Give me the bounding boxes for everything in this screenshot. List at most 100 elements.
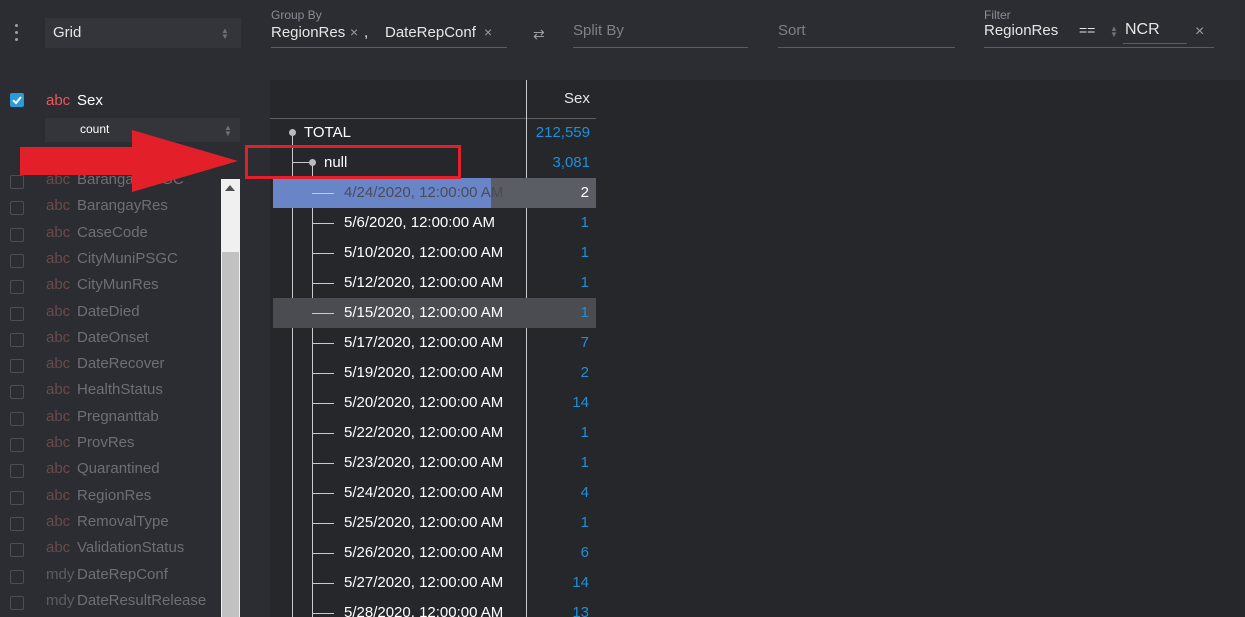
total-label[interactable]: TOTAL (304, 124, 351, 141)
table-row[interactable]: 5/26/2020, 12:00:00 AM 6 (273, 538, 596, 568)
column-row[interactable]: abc Quarantined (0, 459, 220, 485)
column-name: CityMuniPSGC (77, 249, 178, 267)
checkbox-unchecked-icon[interactable] (10, 516, 24, 531)
tree-branch (312, 463, 334, 464)
filter-caption: Filter (984, 8, 1011, 22)
table-row[interactable]: 5/25/2020, 12:00:00 AM 1 (273, 508, 596, 538)
table-row[interactable]: 5/15/2020, 12:00:00 AM 1 (273, 298, 596, 328)
column-header-sex[interactable]: Sex (564, 90, 590, 107)
count-value: 2 (580, 364, 589, 381)
table-row[interactable]: 5/22/2020, 12:00:00 AM 1 (273, 418, 596, 448)
column-name: CityMunRes (77, 276, 159, 294)
table-row[interactable]: 5/27/2020, 12:00:00 AM 14 (273, 568, 596, 598)
checkbox-checked-icon[interactable] (10, 93, 24, 107)
view-select[interactable]: Grid ▲ ▼ (45, 18, 241, 48)
column-type-label: abc (46, 407, 71, 425)
column-name: ProvRes (77, 434, 135, 451)
column-row[interactable]: abc HealthStatus (0, 380, 220, 406)
filter-column[interactable]: RegionRes (984, 22, 1058, 39)
remove-group-by-icon[interactable]: × (350, 24, 358, 40)
group-by-underline (271, 47, 507, 48)
checkbox-unchecked-icon[interactable] (10, 359, 24, 374)
filter-operator-select[interactable]: == ▲ ▼ (1076, 20, 1120, 42)
column-type-label: abc (46, 381, 71, 399)
swap-axes-icon[interactable]: ⇄ (533, 26, 545, 43)
column-row[interactable]: abc DateOnset (0, 328, 220, 354)
column-type-label: abc (46, 92, 71, 109)
column-row[interactable]: abc ValidationStatus (0, 538, 220, 564)
column-row[interactable]: abc CityMunRes (0, 275, 220, 301)
checkbox-unchecked-icon[interactable] (10, 385, 24, 400)
table-row[interactable]: 5/10/2020, 12:00:00 AM 1 (273, 238, 596, 268)
date-label: 5/23/2020, 12:00:00 AM (344, 454, 504, 471)
inactive-columns-list: abc BarangayPSGC abc BarangayRes abc CaseCode… (0, 170, 220, 617)
checkbox-unchecked-icon[interactable] (10, 569, 24, 584)
column-row[interactable]: abc DateRecover (0, 354, 220, 380)
more-options-icon[interactable] (14, 24, 20, 42)
count-value: 1 (580, 454, 589, 471)
column-type-label: abc (46, 355, 71, 373)
checkbox-unchecked-icon[interactable] (10, 280, 24, 295)
group-by-item[interactable]: DateRepConf (385, 24, 476, 41)
remove-group-by-icon[interactable]: × (484, 24, 492, 40)
group-by-caption: Group By (271, 8, 322, 22)
group-by-item[interactable]: RegionRes (271, 24, 345, 41)
checkbox-unchecked-icon[interactable] (10, 543, 24, 558)
active-column-row[interactable]: abc Sex (0, 91, 240, 115)
select-arrows-icon: ▲ ▼ (1110, 24, 1118, 39)
column-name: HealthStatus (77, 381, 163, 399)
date-label: 5/20/2020, 12:00:00 AM (344, 394, 504, 411)
remove-filter-icon[interactable]: × (1195, 23, 1204, 41)
table-row[interactable]: 5/28/2020, 12:00:00 AM 13 (273, 598, 596, 617)
column-type-label: abc (46, 328, 71, 346)
table-row[interactable]: 5/19/2020, 12:00:00 AM 2 (273, 358, 596, 388)
column-type-label: mdy (46, 591, 75, 609)
column-name: RemovalType (77, 512, 169, 530)
column-row[interactable]: abc Pregnanttab (0, 407, 220, 433)
tree-branch (312, 313, 334, 314)
count-value: 2 (580, 184, 589, 201)
table-row[interactable]: 5/24/2020, 12:00:00 AM 4 (273, 478, 596, 508)
table-row[interactable]: 4/24/2020, 12:00:00 AM 2 (273, 178, 596, 208)
column-row[interactable]: abc RemovalType (0, 512, 220, 538)
checkbox-unchecked-icon[interactable] (10, 464, 24, 479)
sort-underline (778, 47, 955, 48)
scrollbar-thumb[interactable] (222, 252, 239, 617)
tree-branch (312, 583, 334, 584)
table-row[interactable]: 5/20/2020, 12:00:00 AM 14 (273, 388, 596, 418)
split-by-input[interactable]: Split By (573, 22, 624, 39)
column-name: Sex (77, 92, 103, 109)
checkbox-unchecked-icon[interactable] (10, 227, 24, 242)
table-row[interactable]: 5/6/2020, 12:00:00 AM 1 (273, 208, 596, 238)
column-row[interactable]: abc CityMuniPSGC (0, 249, 220, 275)
column-row[interactable]: abc BarangayRes (0, 196, 220, 222)
column-row[interactable]: abc CaseCode (0, 223, 220, 249)
split-by-underline (573, 47, 748, 48)
column-row[interactable]: abc ProvRes (0, 433, 220, 459)
column-type-label: abc (46, 302, 71, 320)
table-row[interactable]: 5/17/2020, 12:00:00 AM 7 (273, 328, 596, 358)
column-row[interactable]: abc RegionRes (0, 486, 220, 512)
table-row[interactable]: 5/23/2020, 12:00:00 AM 1 (273, 448, 596, 478)
view-select-value: Grid (53, 24, 82, 41)
count-value: 14 (572, 394, 589, 411)
columns-scrollbar[interactable] (221, 179, 240, 617)
date-label: 5/15/2020, 12:00:00 AM (344, 304, 504, 321)
column-type-label: abc (46, 223, 71, 241)
sort-input[interactable]: Sort (778, 22, 806, 39)
checkbox-unchecked-icon[interactable] (10, 411, 24, 426)
checkbox-unchecked-icon[interactable] (10, 306, 24, 321)
filter-value-input[interactable]: NCR (1125, 21, 1160, 39)
column-name: BarangayRes (77, 197, 168, 215)
column-row[interactable]: mdy DateRepConf (0, 565, 220, 591)
column-type-label: abc (46, 460, 71, 478)
checkbox-unchecked-icon[interactable] (10, 332, 24, 347)
checkbox-unchecked-icon[interactable] (10, 595, 24, 610)
column-row[interactable]: mdy DateResultRelease (0, 591, 220, 617)
checkbox-unchecked-icon[interactable] (10, 490, 24, 505)
table-row[interactable]: 5/12/2020, 12:00:00 AM 1 (273, 268, 596, 298)
checkbox-unchecked-icon[interactable] (10, 438, 24, 452)
checkbox-unchecked-icon[interactable] (10, 253, 24, 268)
checkbox-unchecked-icon[interactable] (10, 201, 24, 216)
column-row[interactable]: abc DateDied (0, 302, 220, 328)
